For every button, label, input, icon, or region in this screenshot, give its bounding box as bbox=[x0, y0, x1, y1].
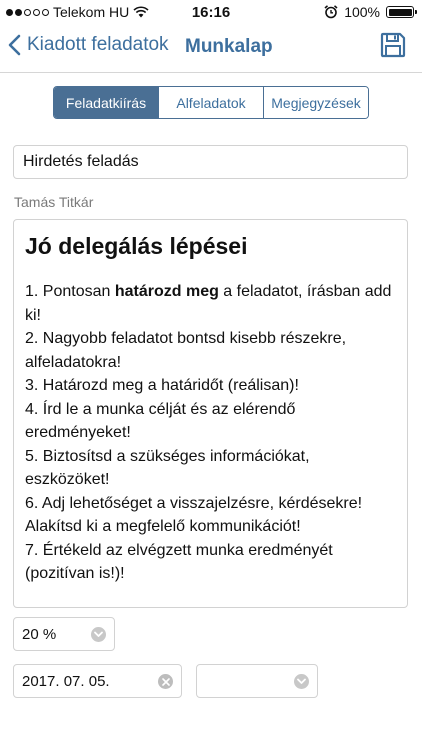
description-step: 3. Határozd meg a határidőt (reálisan)! bbox=[25, 377, 299, 394]
tab-alfeladatok[interactable]: Alfeladatok bbox=[158, 87, 263, 118]
description-step: 4. Írd le a munka célját és az elérendő … bbox=[25, 400, 296, 442]
progress-value: 20 % bbox=[22, 625, 57, 643]
assignee-label: Tamás Titkár bbox=[14, 194, 94, 210]
page-title: Munkalap bbox=[185, 36, 273, 57]
deadline-date-input[interactable]: 2017. 07. 05. bbox=[13, 664, 182, 698]
tab-segmented-control: Feladatkiírás Alfeladatok Megjegyzések bbox=[53, 86, 369, 119]
tab-megjegyzesek[interactable]: Megjegyzések bbox=[263, 87, 368, 118]
status-bar: Telekom HU 16:16 100% bbox=[0, 0, 422, 24]
description-step: 6. Adj lehetőséget a visszajelzésre, kér… bbox=[25, 494, 363, 536]
chevron-down-icon bbox=[91, 627, 106, 642]
chevron-down-icon bbox=[294, 674, 309, 689]
step-1-bold: határozd meg bbox=[114, 283, 219, 300]
alarm-clock-icon bbox=[324, 5, 338, 19]
clear-icon[interactable] bbox=[158, 674, 173, 689]
description-step: 7. Értékeld az elvégzett munka eredményé… bbox=[25, 541, 333, 583]
progress-select[interactable]: 20 % bbox=[13, 617, 115, 651]
status-right: 100% bbox=[324, 4, 417, 20]
battery-percentage: 100% bbox=[344, 4, 380, 20]
back-button[interactable]: Kiadott feladatok bbox=[8, 34, 169, 56]
task-title-input[interactable]: Hirdetés feladás bbox=[13, 145, 408, 179]
battery-icon bbox=[386, 6, 417, 18]
task-description-editor[interactable]: Jó delegálás lépései 1. Pontosan határoz… bbox=[13, 219, 408, 608]
step-1-prefix: 1. Pontosan bbox=[25, 283, 115, 300]
description-heading: Jó delegálás lépései bbox=[25, 233, 248, 259]
deadline-value: 2017. 07. 05. bbox=[22, 672, 110, 690]
description-step: 5. Biztosítsd a szükséges információkat,… bbox=[25, 447, 310, 489]
chevron-left-icon bbox=[8, 34, 21, 56]
deadline-time-select[interactable] bbox=[196, 664, 318, 698]
navigation-bar: Kiadott feladatok Munkalap bbox=[0, 24, 422, 73]
back-button-label: Kiadott feladatok bbox=[27, 34, 169, 55]
description-step: 2. Nagyobb feladatot bontsd kisebb része… bbox=[25, 330, 347, 371]
save-icon bbox=[380, 32, 406, 58]
save-button[interactable] bbox=[380, 32, 406, 63]
description-step: 1. Pontosan határozd meg a feladatot, ír… bbox=[25, 280, 396, 327]
tab-feladatkiiras[interactable]: Feladatkiírás bbox=[54, 87, 158, 118]
